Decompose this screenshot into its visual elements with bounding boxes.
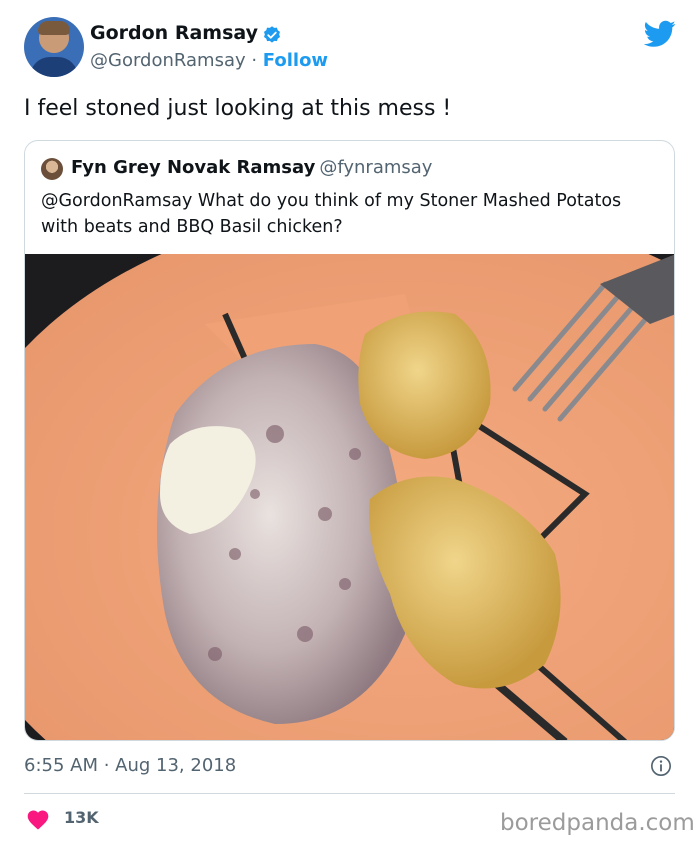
tweet-timestamp[interactable]: 6:55 AM · Aug 13, 2018: [24, 755, 236, 776]
quoted-author-name: Fyn Grey Novak Ramsay: [71, 157, 316, 178]
verified-badge-icon: [264, 26, 280, 43]
author-handle[interactable]: @GordonRamsay ·: [90, 50, 263, 71]
heart-icon[interactable]: [26, 808, 50, 830]
twitter-bird-icon[interactable]: [644, 20, 676, 48]
follow-button[interactable]: Follow: [263, 50, 328, 71]
watermark-text: boredpanda.com: [500, 810, 695, 836]
author-handle-line: @GordonRamsay · Follow: [90, 50, 328, 71]
quoted-author-handle: @fynramsay: [319, 157, 433, 178]
tweet-text: I feel stoned just looking at this mess …: [24, 96, 452, 121]
quoted-tweet-card[interactable]: Fyn Grey Novak Ramsay @fynramsay @GordonR…: [24, 140, 675, 741]
quoted-author-line: Fyn Grey Novak Ramsay @fynramsay: [71, 157, 432, 178]
food-photo[interactable]: [25, 254, 675, 741]
quoted-tweet-text: @GordonRamsay What do you think of my St…: [41, 191, 622, 237]
divider: [24, 793, 675, 794]
author-display-name[interactable]: Gordon Ramsay: [90, 22, 258, 44]
quoted-author-avatar: [41, 158, 63, 180]
like-count[interactable]: 13K: [64, 808, 99, 827]
info-icon[interactable]: [650, 755, 672, 777]
author-avatar[interactable]: [24, 17, 84, 77]
